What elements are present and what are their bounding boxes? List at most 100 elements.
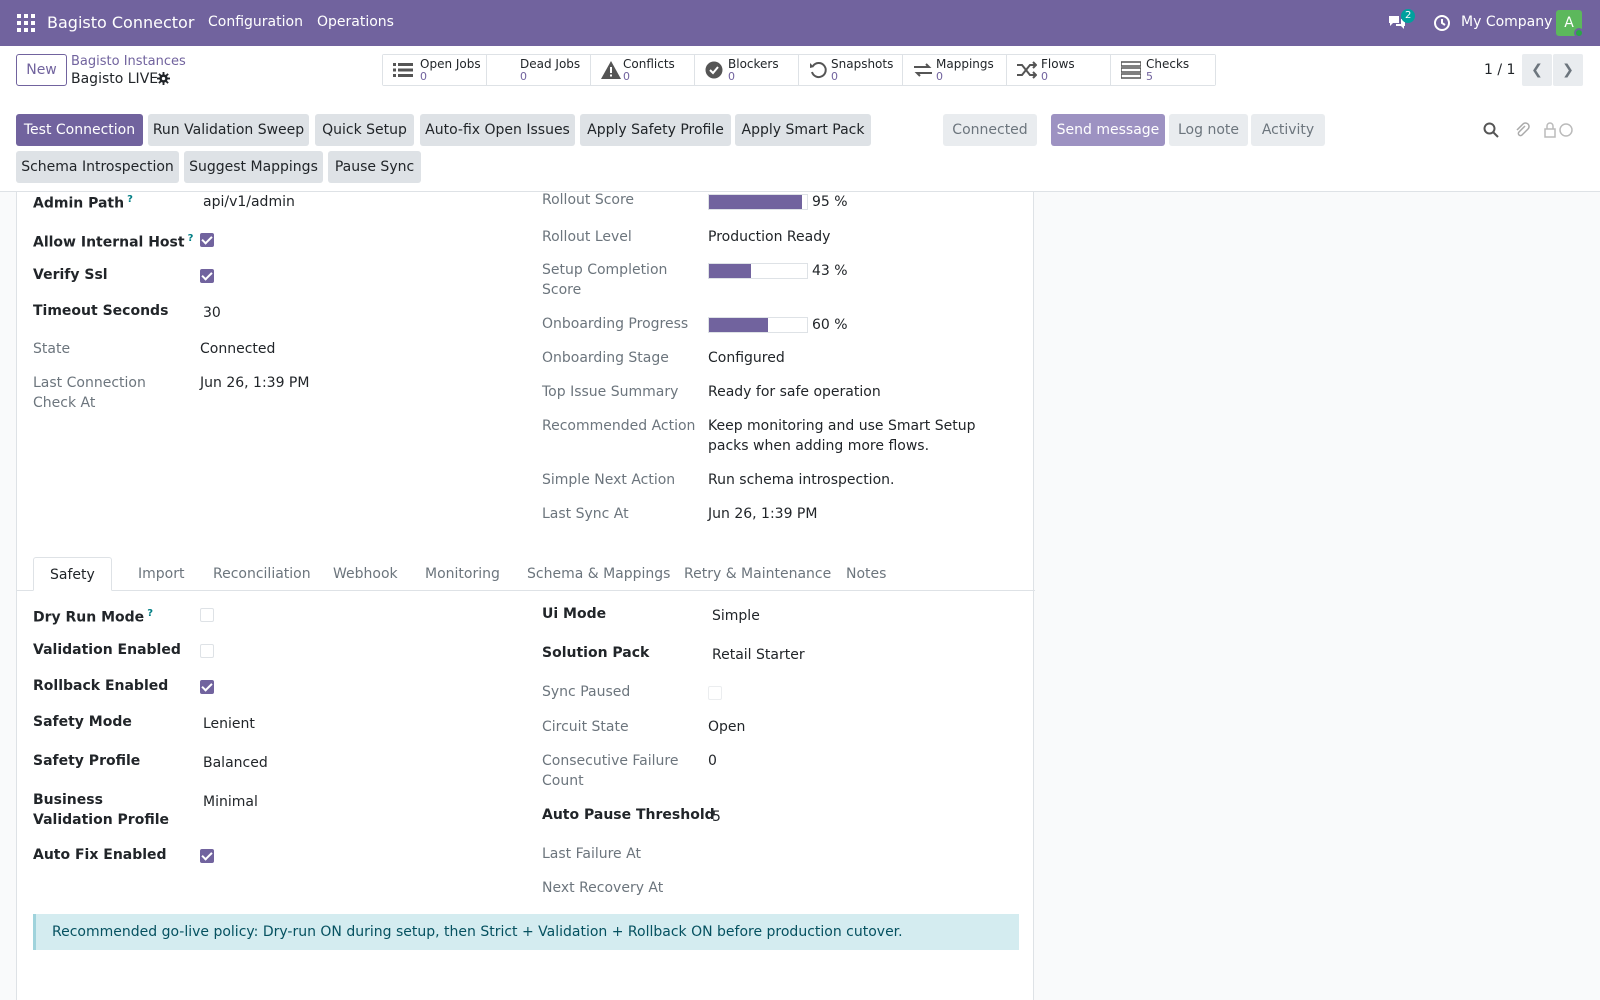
history-icon [810,62,827,79]
top-navbar: Bagisto Connector Configuration Operatio… [0,0,1600,46]
rollback-enabled-checkbox[interactable] [200,680,214,694]
quick-setup-button[interactable]: Quick Setup [315,114,414,146]
auto-pause-threshold-field[interactable]: 5 [712,807,721,827]
test-connection-button[interactable]: Test Connection [16,114,143,146]
field-label-last-sync-at: Last Sync At [542,506,629,522]
recommended-action-value: Keep monitoring and use Smart Setup pack… [708,418,976,454]
timeout-seconds-field[interactable]: 30 [203,303,221,323]
apply-safety-profile-button[interactable]: Apply Safety Profile [580,114,731,146]
setup-completion-text: 43 % [812,263,848,279]
stat-label: Open Jobs [420,57,481,71]
rollout-score-text: 95 % [812,194,848,210]
help-tooltip-icon[interactable]: ? [127,194,133,205]
warning-icon [601,61,621,79]
stat-label: Conflicts [623,57,675,71]
gear-icon[interactable] [157,72,170,85]
stat-blockers[interactable]: Blockers 0 [695,55,799,85]
suggest-mappings-button[interactable]: Suggest Mappings [184,151,323,183]
field-label-last-connection-check-at: Last Connection Check At [33,375,146,411]
company-switcher[interactable]: My Company [1461,14,1552,30]
last-sync-value: Jun 26, 1:39 PM [708,506,818,522]
onboarding-stage-value: Configured [708,350,785,366]
stat-value: 0 [1041,70,1048,83]
business-validation-profile-select[interactable]: Minimal [203,792,258,812]
auto-fix-open-issues-button[interactable]: Auto-fix Open Issues [420,114,575,146]
field-label-circuit-state: Circuit State [542,719,629,735]
schema-introspection-button[interactable]: Schema Introspection [16,151,179,183]
stat-value: 0 [623,70,630,83]
ui-mode-select[interactable]: Simple [712,606,760,626]
help-tooltip-icon[interactable]: ? [147,608,153,619]
auto-fix-enabled-checkbox[interactable] [200,849,214,863]
stat-conflicts[interactable]: Conflicts 0 [591,55,695,85]
pager-value[interactable]: 1 / 1 [1484,62,1515,78]
safety-mode-select[interactable]: Lenient [203,714,255,734]
allow-internal-host-checkbox[interactable] [200,233,214,247]
log-note-button[interactable]: Log note [1169,114,1248,146]
pager-next-icon[interactable]: ❯ [1553,54,1583,86]
field-label-auto-fix-enabled: Auto Fix Enabled [33,847,167,863]
field-label-state: State [33,341,71,357]
onboarding-progress-bar [708,317,808,333]
app-brand[interactable]: Bagisto Connector [47,13,194,32]
last-connection-check-value: Jun 26, 1:39 PM [200,375,310,391]
tab-reconciliation[interactable]: Reconciliation [197,557,327,591]
stat-open-jobs[interactable]: Open Jobs 0 [383,55,487,85]
top-issue-summary-value: Ready for safe operation [708,384,881,400]
tab-safety[interactable]: Safety [33,557,112,591]
field-label-auto-pause-threshold: Auto Pause Threshold [542,807,715,823]
help-tooltip-icon[interactable]: ? [188,233,194,244]
activity-button[interactable]: Activity [1251,114,1325,146]
field-label-solution-pack: Solution Pack [542,645,650,661]
send-message-button[interactable]: Send message [1051,114,1165,146]
tab-webhook[interactable]: Webhook [317,557,414,591]
rollout-level-value: Production Ready [708,229,831,245]
activity-clock-icon[interactable] [1433,14,1451,32]
breadcrumb-parent[interactable]: Bagisto Instances [71,54,186,69]
follow-lock-icon[interactable] [1544,122,1574,138]
presence-dot [1574,28,1584,38]
run-validation-sweep-button[interactable]: Run Validation Sweep [148,114,309,146]
field-label-consecutive-failure-count: Consecutive Failure Count [542,753,679,789]
smart-buttons: Open Jobs 0 Dead Jobs 0 Conflicts 0 Bloc… [382,54,1216,86]
stat-label: Dead Jobs [520,57,581,71]
new-button[interactable]: New [16,54,67,86]
setup-completion-progress [708,263,808,279]
apply-smart-pack-button[interactable]: Apply Smart Pack [735,114,871,146]
field-label-last-failure-at: Last Failure At [542,846,641,862]
tab-monitoring[interactable]: Monitoring [409,557,516,591]
tab-schema-mappings[interactable]: Schema & Mappings [511,557,686,591]
control-panel: New Bagisto Instances Bagisto LIVE Open … [0,46,1600,192]
stat-dead-jobs[interactable]: Dead Jobs 0 [487,55,591,85]
stat-snapshots[interactable]: Snapshots 0 [799,55,903,85]
menu-configuration[interactable]: Configuration [208,14,303,30]
admin-path-field[interactable]: api/v1/admin [203,192,295,212]
stat-checks[interactable]: Checks 5 [1111,55,1215,85]
stat-flows[interactable]: Flows 0 [1007,55,1111,85]
sync-paused-checkbox [708,686,722,700]
validation-enabled-checkbox[interactable] [200,644,214,658]
stat-value: 0 [520,70,527,83]
safety-profile-select[interactable]: Balanced [203,753,268,773]
circuit-state-value: Open [708,719,746,735]
field-label-safety-mode: Safety Mode [33,714,132,730]
stat-value: 0 [728,70,735,83]
solution-pack-select[interactable]: Retail Starter [712,645,805,665]
dry-run-mode-checkbox[interactable] [200,608,214,622]
field-label-dry-run-mode: Dry Run Mode? [33,608,153,626]
stat-label: Checks [1146,57,1190,71]
tab-retry-maintenance[interactable]: Retry & Maintenance [668,557,847,591]
stat-mappings[interactable]: Mappings 0 [903,55,1007,85]
tab-notes[interactable]: Notes [830,557,902,591]
form-sheet: Admin Path? api/v1/admin Allow Internal … [16,192,1035,1000]
tab-import[interactable]: Import [122,557,200,591]
apps-grid-icon[interactable] [17,14,35,32]
state-status-button[interactable]: Connected [943,114,1037,146]
field-label-allow-internal-host: Allow Internal Host? [33,233,194,251]
menu-operations[interactable]: Operations [317,14,394,30]
paperclip-icon[interactable] [1514,122,1530,138]
search-icon[interactable] [1483,122,1499,138]
pager-previous-icon[interactable]: ❮ [1522,54,1552,86]
pause-sync-button[interactable]: Pause Sync [328,151,421,183]
verify-ssl-checkbox[interactable] [200,269,214,283]
